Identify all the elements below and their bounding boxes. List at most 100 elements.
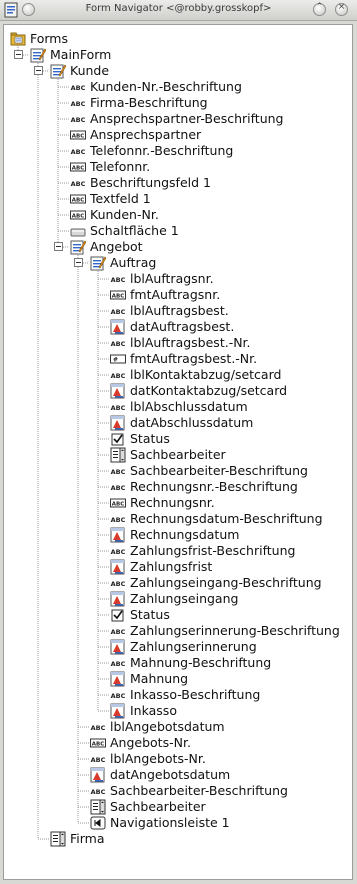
tree-item[interactable]: Zahlungseingang: [4, 591, 350, 607]
svg-text:ABC: ABC: [72, 198, 85, 204]
tree-item[interactable]: Zahlungserinnerung: [4, 639, 350, 655]
tree-item[interactable]: ABC lblAbschlussdatum: [4, 399, 350, 415]
formatted-field-icon: #_: [110, 351, 126, 367]
form-icon: [70, 239, 87, 255]
collapse-toggle-icon[interactable]: [54, 242, 63, 251]
tree-item[interactable]: ABC lblAngebotsdatum: [4, 719, 350, 735]
tree-item-label: Schaltfläche 1: [90, 223, 179, 238]
tree-item[interactable]: ABC Angebots-Nr.: [4, 735, 350, 751]
tree-item-label: lblAngebotsdatum: [110, 719, 225, 734]
tree-item[interactable]: ABC Rechnungsnr.-Beschriftung: [4, 479, 350, 495]
tree-item[interactable]: ABC Rechnungsdatum-Beschriftung: [4, 511, 350, 527]
tree-item[interactable]: ABC Ansprechspartner-Beschriftung: [4, 111, 350, 127]
svg-text:ABC: ABC: [72, 214, 85, 220]
form-navigator-window: Form Navigator <@robby.grosskopf> ⌃ × Fo…: [0, 0, 357, 884]
label-field-icon: ABC: [70, 175, 86, 191]
tree-item[interactable]: ABC Telefonnr.: [4, 159, 350, 175]
tree-item[interactable]: Zahlungsfrist: [4, 559, 350, 575]
label-field-icon: ABC: [110, 303, 126, 319]
tree-item[interactable]: ABC Zahlungserinnerung-Beschriftung: [4, 623, 350, 639]
tree-item[interactable]: ABC lblKontaktabzug/setcard: [4, 367, 350, 383]
minimize-button[interactable]: ⌃: [313, 2, 326, 16]
tree-item-label: Firma: [70, 831, 105, 846]
tree-item[interactable]: Status: [4, 431, 350, 447]
text-box-icon: ABC: [110, 495, 126, 511]
tree-item[interactable]: ABC lblAuftragsnr.: [4, 271, 350, 287]
minimize-icon: ⌃: [315, 2, 324, 12]
svg-text:ABC: ABC: [111, 660, 126, 668]
tree-item-label: Zahlungseingang-Beschriftung: [130, 575, 322, 590]
tree-item[interactable]: ABC Mahnung-Beschriftung: [4, 655, 350, 671]
push-button-icon: [70, 223, 86, 239]
tree-item[interactable]: Firma: [4, 831, 350, 847]
date-field-icon: [110, 703, 126, 719]
tree-item[interactable]: ABC lblAngebots-Nr.: [4, 751, 350, 767]
tree-item[interactable]: ABC Inkasso-Beschriftung: [4, 687, 350, 703]
tree-item-label: Angebot: [90, 239, 143, 254]
tree-item[interactable]: ABC lblAuftragsbest.-Nr.: [4, 335, 350, 351]
tree-item[interactable]: datKontaktabzug/setcard: [4, 383, 350, 399]
tree-item[interactable]: ABC Kunden-Nr.-Beschriftung: [4, 79, 350, 95]
tree-item[interactable]: datAuftragsbest.: [4, 319, 350, 335]
list-box-icon: [50, 831, 66, 847]
tree-item[interactable]: Status: [4, 607, 350, 623]
tree-item[interactable]: ABC Telefonnr.-Beschriftung: [4, 143, 350, 159]
label-field-icon: ABC: [110, 687, 126, 703]
tree-item[interactable]: ABC Zahlungseingang-Beschriftung: [4, 575, 350, 591]
tree-item-label: Rechnungsnr.-Beschriftung: [130, 479, 298, 494]
form-icon: [50, 63, 67, 79]
tree-item[interactable]: Auftrag: [4, 255, 350, 271]
date-field-icon: [110, 383, 126, 399]
tree-item[interactable]: ABC Sachbearbeiter-Beschriftung: [4, 783, 350, 799]
tree-item[interactable]: ABC fmtAuftragsnr.: [4, 287, 350, 303]
label-field-icon: ABC: [90, 783, 106, 799]
tree-item[interactable]: Schaltfläche 1: [4, 223, 350, 239]
tree-item[interactable]: Sachbearbeiter: [4, 799, 350, 815]
svg-text:ABC: ABC: [71, 148, 86, 156]
svg-text:ABC: ABC: [91, 756, 106, 764]
text-box-icon: ABC: [70, 127, 86, 143]
collapse-toggle-icon[interactable]: [14, 50, 23, 59]
tree-item[interactable]: ABC Kunden-Nr.: [4, 207, 350, 223]
tree-item[interactable]: Forms: [4, 31, 350, 47]
tree-item-label: Sachbearbeiter-Beschriftung: [130, 463, 308, 478]
tree-item-label: Telefonnr.-Beschriftung: [90, 143, 234, 158]
svg-text:ABC: ABC: [111, 276, 126, 284]
collapse-toggle-icon[interactable]: [34, 66, 43, 75]
svg-text:ABC: ABC: [91, 788, 106, 796]
tree-item[interactable]: Navigationsleiste 1: [4, 815, 350, 831]
tree-item[interactable]: #_ fmtAuftragsbest.-Nr.: [4, 351, 350, 367]
tree-item[interactable]: ABC Zahlungsfrist-Beschriftung: [4, 543, 350, 559]
tree-item[interactable]: ABC Textfeld 1: [4, 191, 350, 207]
tree-item-label: Textfeld 1: [90, 191, 151, 206]
date-field-icon: [110, 319, 126, 335]
form-tree[interactable]: Forms MainForm Kunde ABC Kunden-Nr.-Beschrif…: [3, 24, 353, 880]
date-field-icon: [90, 767, 106, 783]
tree-item[interactable]: ABC Sachbearbeiter-Beschriftung: [4, 463, 350, 479]
tree-item[interactable]: ABC Rechnungsnr.: [4, 495, 350, 511]
tree-item-label: MainForm: [50, 47, 112, 62]
tree-item[interactable]: Angebot: [4, 239, 350, 255]
close-button[interactable]: ×: [335, 2, 348, 16]
tree-item-label: Zahlungseingang: [130, 591, 239, 606]
tree-item-label: Telefonnr.: [90, 159, 151, 174]
label-field-icon: ABC: [110, 623, 126, 639]
label-field-icon: ABC: [110, 271, 126, 287]
tree-item[interactable]: ABC Beschriftungsfeld 1: [4, 175, 350, 191]
tree-item[interactable]: ABC Ansprechspartner: [4, 127, 350, 143]
tree-item[interactable]: ABC Firma-Beschriftung: [4, 95, 350, 111]
title-bar[interactable]: Form Navigator <@robby.grosskopf> ⌃ ×: [0, 0, 357, 21]
collapse-toggle-icon[interactable]: [74, 258, 83, 267]
tree-item-label: Mahnung-Beschriftung: [130, 655, 272, 670]
tree-item[interactable]: Kunde: [4, 63, 350, 79]
tree-item[interactable]: Inkasso: [4, 703, 350, 719]
tree-item[interactable]: datAbschlussdatum: [4, 415, 350, 431]
tree-item[interactable]: Mahnung: [4, 671, 350, 687]
tree-item[interactable]: Sachbearbeiter: [4, 447, 350, 463]
tree-item[interactable]: Rechnungsdatum: [4, 527, 350, 543]
tree-item-label: Status: [130, 431, 170, 446]
tree-item[interactable]: datAngebotsdatum: [4, 767, 350, 783]
tree-item[interactable]: MainForm: [4, 47, 350, 63]
tree-item[interactable]: ABC lblAuftragsbest.: [4, 303, 350, 319]
list-box-icon: [90, 799, 106, 815]
